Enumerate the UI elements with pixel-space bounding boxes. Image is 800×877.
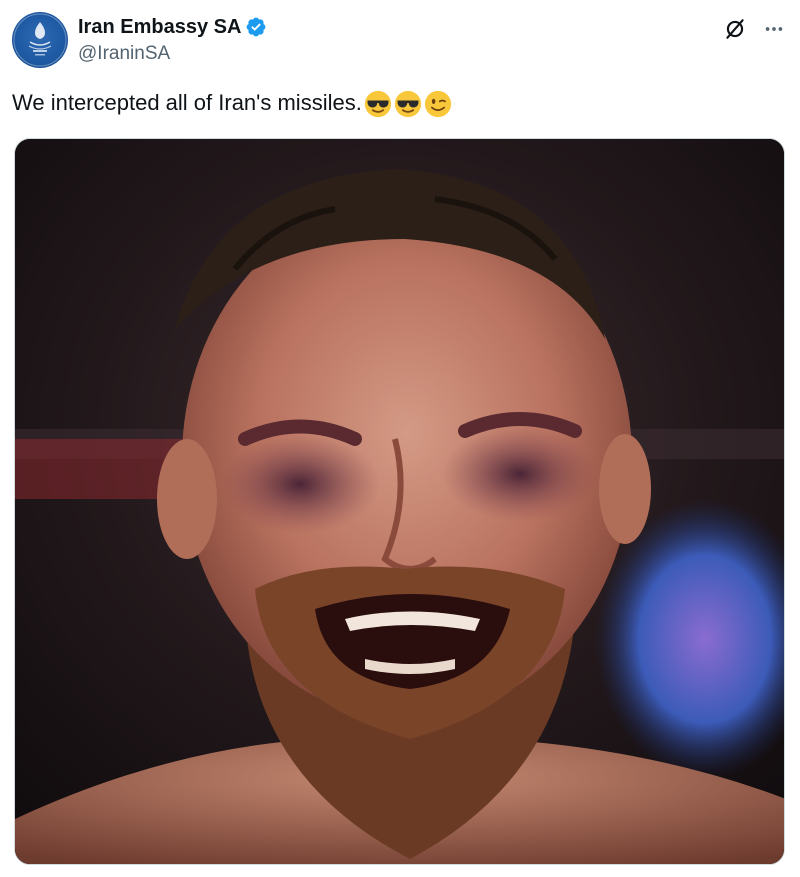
avatar[interactable] — [12, 12, 68, 68]
photo-fighter-image — [15, 139, 784, 864]
tweet-emojis — [364, 90, 454, 118]
more-options-button[interactable] — [760, 14, 788, 44]
sunglasses-emoji-icon — [394, 90, 422, 118]
tweet-card: Iran Embassy SA @IraninSA We intercepted… — [0, 0, 800, 877]
author-handle[interactable]: @IraninSA — [78, 42, 170, 66]
embassy-emblem-icon — [13, 13, 67, 67]
author-display-name[interactable]: Iran Embassy SA — [78, 14, 241, 40]
author-name-row[interactable]: Iran Embassy SA — [78, 14, 267, 40]
grok-button[interactable] — [720, 14, 750, 44]
grok-icon — [726, 19, 744, 39]
sunglasses-emoji-icon — [364, 90, 392, 118]
tweet-photo[interactable] — [14, 138, 785, 865]
tweet-text-content: We intercepted all of Iran's missiles. — [12, 90, 362, 115]
winking-face-emoji-icon — [424, 90, 452, 118]
more-options-icon — [765, 27, 783, 31]
verified-badge-icon — [245, 16, 267, 38]
tweet-text: We intercepted all of Iran's missiles. — [12, 88, 454, 118]
